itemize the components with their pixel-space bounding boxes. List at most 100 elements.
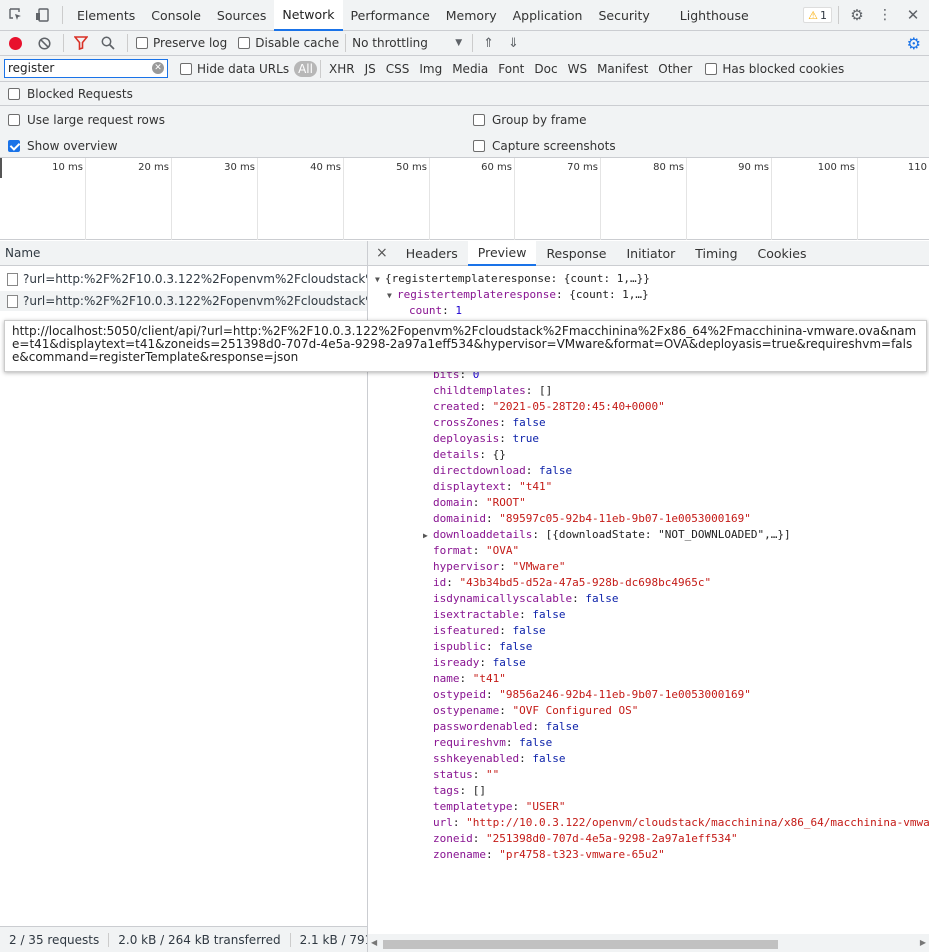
- disable-cache-checkbox[interactable]: [238, 37, 251, 49]
- filter-type-media[interactable]: Media: [447, 62, 493, 76]
- request-name: ?url=http:%2F%2F10.0.3.122%2Fopenvm%2Fcl…: [23, 294, 367, 308]
- json-field-isextractable: isextractable: false: [433, 607, 565, 623]
- json-colon: :: [446, 576, 460, 589]
- tab-application[interactable]: Application: [505, 0, 591, 31]
- show-overview-setting: Show overview: [8, 139, 118, 153]
- scrollbar-thumb[interactable]: [383, 940, 778, 949]
- json-field-ostypename: ostypename: "OVF Configured OS": [433, 703, 638, 719]
- name-column-header[interactable]: Name: [0, 241, 367, 266]
- tab-timing[interactable]: Timing: [685, 241, 747, 266]
- expanded-triangle-icon[interactable]: ▼: [387, 288, 397, 304]
- tab-preview[interactable]: Preview: [467, 240, 537, 266]
- tab-headers[interactable]: Headers: [396, 241, 468, 266]
- filter-type-ws[interactable]: WS: [563, 62, 592, 76]
- settings-gear-icon[interactable]: ⚙: [849, 6, 865, 24]
- json-colon: :: [472, 832, 486, 845]
- request-row-selected[interactable]: ?url=http:%2F%2F10.0.3.122%2Fopenvm%2Fcl…: [0, 291, 367, 311]
- horizontal-scrollbar[interactable]: ◀ ▶: [368, 934, 929, 952]
- warning-count: 1: [820, 8, 827, 22]
- warning-icon: ⚠: [808, 8, 818, 22]
- search-icon[interactable]: [101, 36, 115, 50]
- preserve-log-checkbox[interactable]: [136, 37, 148, 49]
- import-har-icon[interactable]: ⇑: [483, 36, 494, 51]
- json-field-templatetype: templatetype: "USER": [433, 799, 565, 815]
- tab-network[interactable]: Network: [274, 0, 343, 31]
- json-colon: :: [505, 736, 520, 749]
- json-key: domainid: [433, 512, 486, 525]
- filter-type-xhr[interactable]: XHR: [324, 62, 360, 76]
- json-child-node[interactable]: ▼ registertemplateresponse: {count: 1,…}: [387, 287, 649, 303]
- request-row[interactable]: ?url=http:%2F%2F10.0.3.122%2Fopenvm%2Fcl…: [0, 269, 367, 289]
- scroll-left-icon[interactable]: ◀: [371, 938, 377, 947]
- timeline-tick-label: 60 ms: [481, 162, 512, 173]
- export-har-icon[interactable]: ⇓: [508, 36, 519, 51]
- resources-size: 2.1 kB / 791 kB r: [299, 932, 367, 947]
- json-field-tags: tags: []: [433, 783, 486, 799]
- json-colon: :: [525, 464, 539, 477]
- close-detail-icon[interactable]: ×: [368, 245, 396, 261]
- tab-lighthouse[interactable]: Lighthouse: [672, 0, 757, 31]
- capture-screenshots-checkbox[interactable]: [473, 140, 485, 152]
- json-key: isextractable: [433, 608, 520, 621]
- expanded-triangle-icon[interactable]: ▼: [375, 272, 385, 288]
- show-overview-checkbox[interactable]: [8, 140, 20, 152]
- json-colon: :: [512, 800, 526, 813]
- filter-type-manifest[interactable]: Manifest: [592, 62, 653, 76]
- tab-security[interactable]: Security: [590, 0, 657, 31]
- clear-filter-icon[interactable]: ✕: [152, 62, 164, 74]
- json-colon: :: [499, 432, 513, 445]
- warning-badge[interactable]: ⚠ 1: [803, 7, 832, 23]
- json-key: downloaddetails: [433, 528, 533, 541]
- has-blocked-cookies-checkbox[interactable]: [705, 62, 718, 75]
- json-value: []: [538, 384, 553, 397]
- json-key: hypervisor: [433, 560, 500, 573]
- tab-elements[interactable]: Elements: [69, 0, 143, 31]
- hide-data-urls-checkbox[interactable]: [180, 62, 192, 75]
- filter-type-doc[interactable]: Doc: [529, 62, 562, 76]
- json-field-requireshvm: requireshvm: false: [433, 735, 552, 751]
- tab-memory[interactable]: Memory: [438, 0, 505, 31]
- filter-type-js[interactable]: JS: [360, 62, 381, 76]
- json-value: false: [545, 720, 579, 733]
- tab-initiator[interactable]: Initiator: [616, 241, 685, 266]
- tab-response[interactable]: Response: [536, 241, 616, 266]
- inspect-element-icon[interactable]: [8, 7, 24, 23]
- more-options-icon[interactable]: ⋮: [877, 7, 893, 23]
- device-toolbar-icon[interactable]: [34, 7, 50, 23]
- json-colon: :: [572, 592, 586, 605]
- timeline-overview[interactable]: 10 ms 20 ms 30 ms 40 ms 50 ms 60 ms 70 m…: [0, 158, 929, 240]
- filter-type-font[interactable]: Font: [493, 62, 529, 76]
- filter-type-other[interactable]: Other: [653, 62, 697, 76]
- filter-input[interactable]: register ✕: [4, 59, 168, 78]
- large-rows-checkbox[interactable]: [8, 114, 20, 126]
- tab-performance[interactable]: Performance: [343, 0, 438, 31]
- json-field-downloaddetails[interactable]: ▶ downloaddetails: [{downloadState: "NOT_…: [423, 527, 791, 543]
- dropdown-arrow-icon: ▼: [455, 38, 463, 48]
- blocked-requests-checkbox[interactable]: [8, 87, 20, 100]
- json-colon: :: [472, 544, 486, 557]
- json-root-node[interactable]: ▼ {registertemplateresponse: {count: 1,…}…: [375, 271, 650, 287]
- json-colon: :: [485, 640, 500, 653]
- divider: [838, 6, 839, 24]
- tab-cookies[interactable]: Cookies: [748, 241, 817, 266]
- group-by-frame-checkbox[interactable]: [473, 114, 485, 126]
- throttling-select[interactable]: No throttling ▼: [352, 36, 462, 50]
- filter-type-all[interactable]: All: [294, 60, 317, 77]
- filter-type-css[interactable]: CSS: [381, 62, 415, 76]
- show-overview-label: Show overview: [27, 139, 118, 153]
- json-colon: :: [532, 528, 546, 541]
- close-devtools-icon[interactable]: ✕: [905, 6, 921, 24]
- collapsed-triangle-icon[interactable]: ▶: [423, 528, 433, 544]
- filter-icon[interactable]: [74, 36, 88, 50]
- record-icon[interactable]: [9, 36, 22, 50]
- divider: [345, 34, 347, 52]
- scroll-right-icon[interactable]: ▶: [920, 938, 926, 947]
- has-blocked-cookies-label: Has blocked cookies: [722, 61, 845, 76]
- tab-sources[interactable]: Sources: [209, 0, 274, 31]
- clear-icon[interactable]: [38, 36, 51, 50]
- filter-type-img[interactable]: Img: [414, 62, 447, 76]
- json-colon: :: [485, 688, 500, 701]
- timeline-tick-label: 30 ms: [224, 162, 255, 173]
- tab-console[interactable]: Console: [143, 0, 209, 31]
- network-settings-gear-icon[interactable]: ⚙: [907, 34, 921, 53]
